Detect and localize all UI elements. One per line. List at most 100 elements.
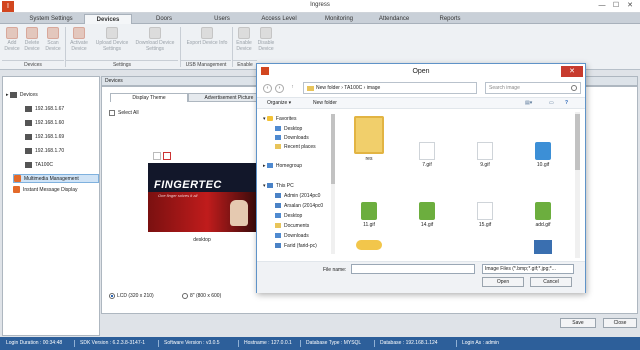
tab-devices[interactable]: Devices (84, 14, 132, 24)
dialog-close-button[interactable]: ✕ (561, 66, 583, 77)
file-item[interactable]: add.gif (521, 202, 565, 228)
file-name: 15.gif (478, 222, 492, 228)
delete-device-button[interactable]: Delete Device (22, 27, 42, 52)
search-input[interactable]: Search image (485, 82, 581, 94)
nav-this-pc-label: This PC (275, 183, 294, 189)
upload-device-settings-button[interactable]: Upload Device Settings (92, 27, 132, 52)
dialog-title: Open (412, 68, 430, 75)
radio-lcd-320[interactable]: LCD (320 x 210) (109, 292, 154, 300)
help-icon[interactable]: ? (565, 98, 568, 109)
file-name-input[interactable] (351, 264, 475, 274)
group-label-settings: Settings (66, 60, 178, 69)
title-bar: I Ingress — ☐ ✕ (0, 0, 640, 13)
status-login-duration: Login Duration : 00:34:48 (6, 340, 63, 346)
cancel-button[interactable]: Cancel (530, 277, 572, 287)
tree-device-item[interactable]: 192.168.1.60 (25, 119, 64, 128)
edit-theme-icon[interactable] (163, 152, 171, 160)
file-item[interactable]: 10.gif (521, 142, 565, 168)
file-item[interactable]: 7.gif (405, 142, 449, 168)
nav-pc-item[interactable]: Downloads (275, 232, 309, 240)
nav-pc-item[interactable]: Admin (2014pc0 (275, 192, 320, 200)
organize-button[interactable]: Organize ▾ (267, 98, 291, 109)
enable-device-icon (238, 27, 250, 39)
select-all-checkbox[interactable]: Select All (109, 109, 139, 117)
nav-pc-item[interactable]: Desktop (275, 212, 302, 220)
tree-multimedia-management[interactable]: Multimedia Management (13, 174, 99, 183)
save-button[interactable]: Save (560, 318, 596, 328)
status-separator (374, 340, 375, 347)
export-device-info-button[interactable]: Export Device Info (183, 27, 231, 46)
maximize-icon[interactable]: ☐ (610, 1, 622, 11)
file-item[interactable]: 14.gif (405, 202, 449, 228)
close-window-icon[interactable]: ✕ (624, 1, 636, 11)
nav-pc-item[interactable]: Arsalan (2014pc0 (275, 202, 323, 210)
file-item[interactable]: 11.gif (347, 202, 391, 228)
activate-device-button[interactable]: Activate Device (67, 27, 91, 52)
file-item-partial[interactable] (521, 240, 565, 256)
file-name: add.gif (535, 222, 551, 228)
tree-device-item[interactable]: 192.168.1.70 (25, 147, 64, 156)
file-type-select[interactable]: Image Files (*.bmp;*.gif;*.jpg;*... (482, 264, 574, 274)
device-icon (25, 105, 32, 112)
tab-display-theme[interactable]: Display Theme (110, 93, 188, 102)
nav-homegroup[interactable]: ▸ Homegroup (263, 162, 302, 170)
search-placeholder: Search image (489, 85, 520, 91)
nav-desktop-label: Desktop (284, 126, 303, 132)
tree-device-item[interactable]: TA100C (25, 161, 53, 170)
file-name-row: File name: Image Files (*.bmp;*.gif;*.jp… (257, 261, 585, 293)
forward-arrow-icon[interactable]: › (275, 84, 284, 93)
open-button[interactable]: Open (482, 277, 524, 287)
tree-instant-message-display[interactable]: Instant Message Display (13, 186, 77, 195)
tree-device-item[interactable]: 192.168.1.69 (25, 133, 64, 142)
tree-root-devices[interactable]: ▸ Devices (6, 91, 38, 100)
export-device-info-label: Export Device Info (186, 40, 228, 46)
radio-8-inch-800[interactable]: 8" (800 x 600) (182, 292, 221, 300)
download-device-settings-button[interactable]: Download Device Settings (132, 27, 178, 52)
tab-access-level[interactable]: Access Level (254, 14, 304, 24)
back-arrow-icon[interactable]: ‹ (263, 84, 272, 93)
crumb-ta100c[interactable]: TA100C (344, 85, 362, 91)
tab-users[interactable]: Users (198, 14, 246, 24)
group-label-enable: Enable (233, 60, 257, 69)
view-options-icon[interactable]: ▤▾ (525, 98, 532, 109)
scan-device-button[interactable]: Scan Device (43, 27, 63, 52)
add-device-button[interactable]: Add Device (3, 27, 21, 52)
tab-monitoring[interactable]: Monitoring (314, 14, 364, 24)
nav-desktop[interactable]: Desktop (275, 125, 302, 133)
nav-this-pc[interactable]: ▾ This PC (263, 182, 294, 190)
close-button[interactable]: Close (603, 318, 637, 328)
network-drive-icon (275, 203, 281, 209)
tab-reports[interactable]: Reports (426, 14, 474, 24)
desktop-theme-image[interactable]: FINGERTEC One finger solves it all (148, 163, 256, 232)
nav-favorites[interactable]: ▾ Favorites (263, 115, 296, 123)
path-breadcrumb[interactable]: New folder › TA100C › image (303, 82, 477, 94)
tree-device-item[interactable]: 192.168.1.67 (25, 105, 64, 114)
disable-device-button[interactable]: Disable Device (255, 27, 277, 52)
file-item[interactable]: 9.gif (463, 142, 507, 168)
enable-device-button[interactable]: Enable Device (234, 27, 254, 52)
nav-pane-scrollbar[interactable] (331, 114, 335, 254)
crumb-image[interactable]: image (367, 85, 381, 91)
minimize-icon[interactable]: — (596, 1, 608, 11)
nav-pc-item-label: Admin (2014pc0 (284, 193, 321, 199)
tab-doors[interactable]: Doors (140, 14, 188, 24)
scrollbar-thumb[interactable] (575, 114, 580, 170)
new-folder-button[interactable]: New folder (313, 98, 337, 109)
nav-pc-item[interactable]: Documents (275, 222, 309, 230)
address-bar: ‹ › ↑ New folder › TA100C › image Search… (261, 82, 583, 95)
preview-pane-icon[interactable]: ▭ (549, 98, 554, 109)
file-item[interactable]: 15.gif (463, 202, 507, 228)
multimedia-label: Multimedia Management (24, 176, 79, 182)
file-item[interactable]: res (347, 116, 391, 162)
nav-pc-item[interactable]: Farid (farid-pc) (275, 242, 317, 250)
nav-recent-places[interactable]: Recent places (275, 143, 316, 151)
scrollbar-thumb[interactable] (331, 114, 335, 184)
theme-checkbox[interactable] (153, 152, 161, 160)
tab-system-settings[interactable]: System Settings (18, 14, 84, 24)
nav-downloads[interactable]: Downloads (275, 134, 309, 142)
crumb-new-folder[interactable]: New folder (316, 85, 340, 91)
file-item-partial[interactable] (347, 240, 391, 252)
up-arrow-icon[interactable]: ↑ (288, 84, 297, 93)
file-list-scrollbar[interactable] (575, 112, 580, 258)
tab-attendance[interactable]: Attendance (370, 14, 418, 24)
